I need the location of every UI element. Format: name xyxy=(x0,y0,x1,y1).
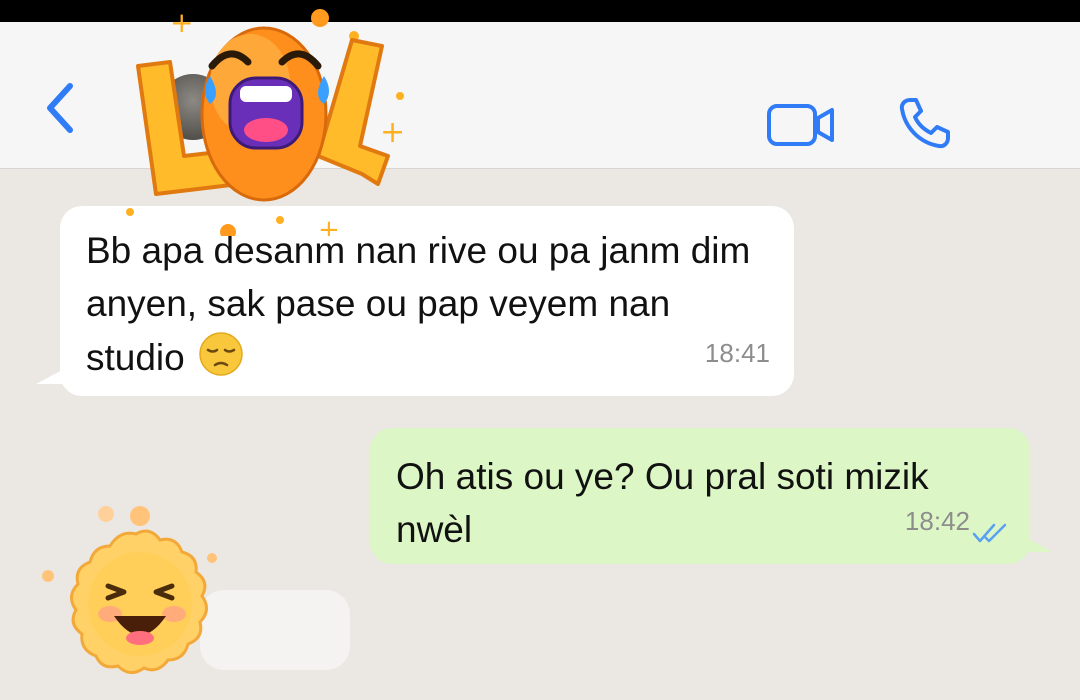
video-camera-icon xyxy=(767,104,834,146)
video-call-button[interactable] xyxy=(766,100,836,150)
back-button[interactable] xyxy=(40,80,80,136)
outgoing-message[interactable]: Oh atis ou ye? Ou pral soti mizik nwèl 1… xyxy=(370,428,1030,564)
laughing-sun-sticker xyxy=(42,506,217,674)
phone-icon xyxy=(899,98,950,149)
double-check-icon xyxy=(972,523,1007,543)
message-text: Oh atis ou ye? Ou pral soti mizik nwèl xyxy=(396,456,929,550)
lol-laughing-sticker: + + + xyxy=(126,6,405,236)
svg-text:+: + xyxy=(318,215,340,236)
svg-text:+: + xyxy=(380,115,405,150)
message-text: Bb apa desanm nan rive ou pa janm dim an… xyxy=(86,230,751,378)
pensive-face-emoji xyxy=(199,332,243,376)
voice-call-button[interactable] xyxy=(896,94,954,152)
message-time: 18:42 xyxy=(904,506,970,536)
message-time: 18:41 xyxy=(704,338,770,368)
chevron-left-icon xyxy=(47,83,73,133)
svg-text:+: + xyxy=(170,6,193,39)
